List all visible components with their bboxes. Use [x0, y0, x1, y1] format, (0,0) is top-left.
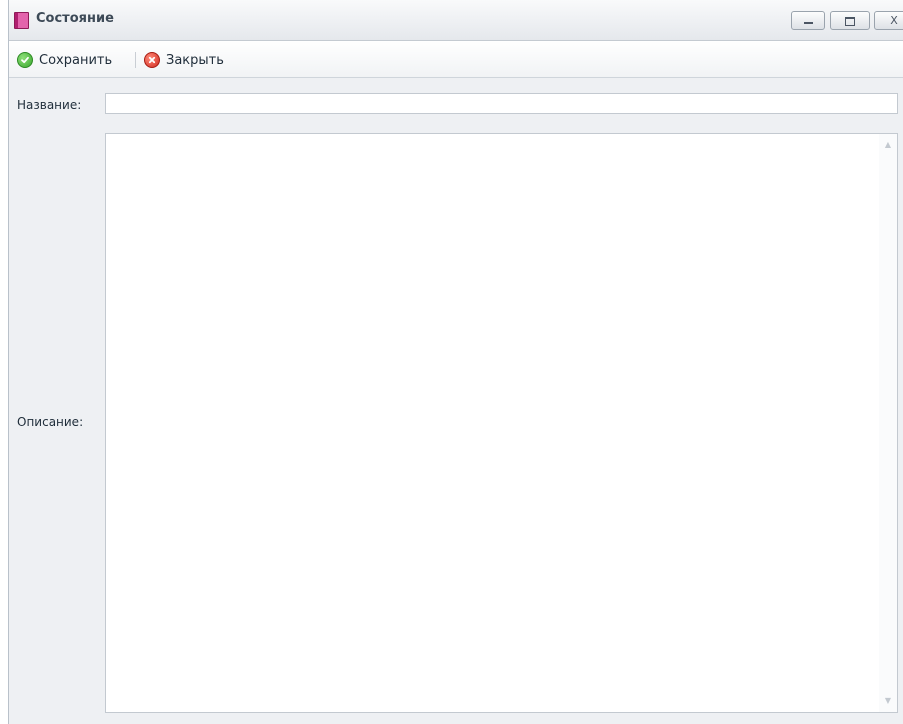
description-label: Описание: — [17, 415, 84, 429]
scroll-down-arrow-icon[interactable]: ▼ — [879, 692, 897, 710]
close-button[interactable]: Закрыть — [144, 50, 224, 70]
close-icon: X — [890, 14, 898, 27]
name-input[interactable] — [105, 93, 898, 114]
maximize-icon — [845, 16, 855, 26]
toolbar: Сохранить Закрыть — [9, 41, 903, 78]
description-textarea[interactable] — [105, 133, 898, 713]
maximize-button[interactable] — [830, 11, 870, 30]
title-bar[interactable]: Состояние X — [9, 0, 903, 41]
book-icon — [14, 12, 29, 29]
save-button[interactable]: Сохранить — [17, 50, 112, 70]
dialog-window: Состояние X Сохранить Закрыть Название: … — [8, 0, 903, 724]
form-area: Название: Описание: ▲ ▼ — [9, 78, 903, 724]
description-scrollbar[interactable]: ▲ ▼ — [879, 134, 897, 712]
close-window-button[interactable]: X — [874, 11, 903, 30]
name-label: Название: — [17, 98, 82, 112]
check-circle-icon — [17, 52, 33, 68]
x-circle-icon — [144, 52, 160, 68]
minimize-icon — [803, 22, 813, 24]
toolbar-separator — [135, 52, 136, 68]
save-button-label: Сохранить — [39, 52, 113, 68]
minimize-button[interactable] — [791, 11, 825, 30]
scroll-up-arrow-icon[interactable]: ▲ — [879, 136, 897, 154]
window-title: Состояние — [36, 11, 114, 26]
close-button-label: Закрыть — [166, 52, 224, 68]
